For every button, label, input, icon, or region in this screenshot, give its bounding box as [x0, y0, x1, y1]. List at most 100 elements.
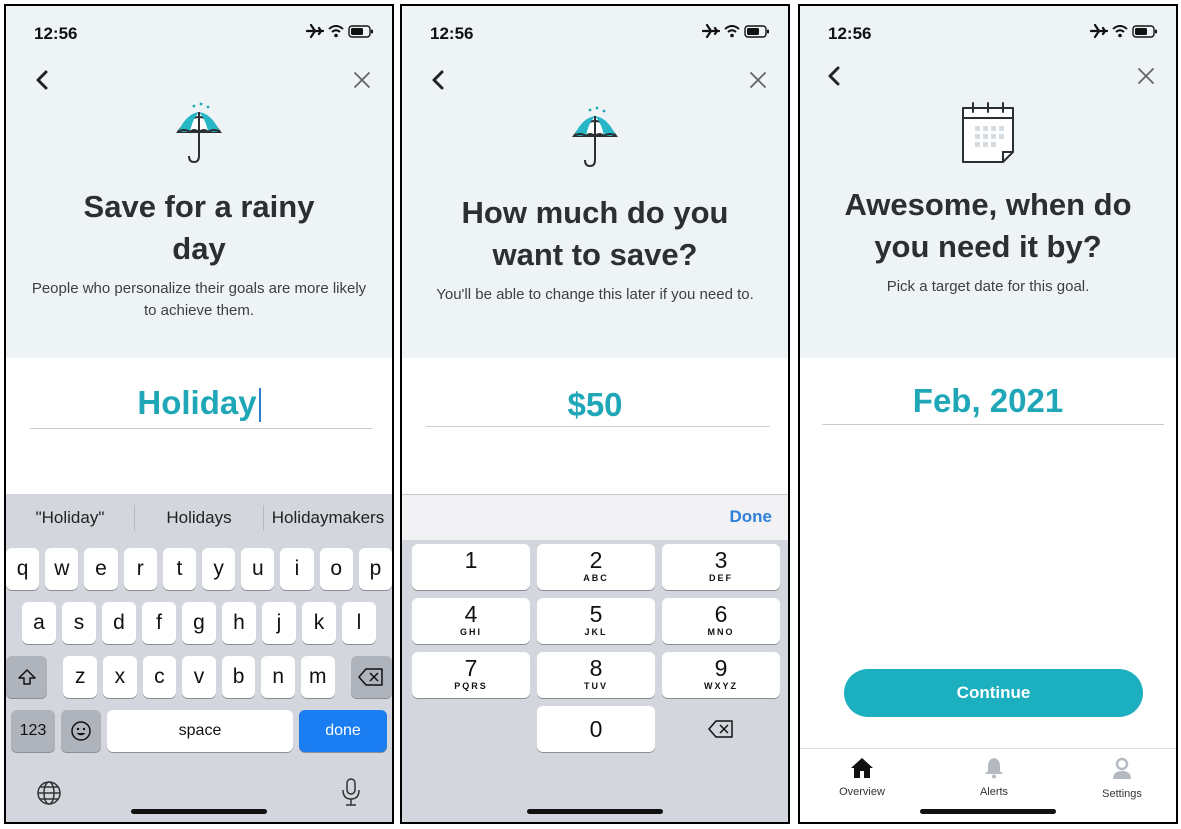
status-bar: 12:56: [800, 6, 1176, 56]
globe-icon[interactable]: [36, 780, 62, 806]
key-f[interactable]: f: [142, 602, 176, 644]
key-u[interactable]: u: [241, 548, 275, 590]
key-j[interactable]: j: [262, 602, 296, 644]
numpad-key-7[interactable]: 7 PQRS: [412, 652, 530, 698]
target-date-value: Feb, 2021: [912, 382, 1064, 419]
key-w[interactable]: w: [45, 548, 79, 590]
key-d[interactable]: d: [102, 602, 136, 644]
close-icon[interactable]: [746, 68, 770, 92]
key-row-4: 123 space done: [6, 710, 392, 752]
amount-value: $50: [567, 386, 623, 423]
tab-overview[interactable]: Overview: [822, 757, 902, 798]
key-r[interactable]: r: [123, 548, 157, 590]
wifi-icon: [328, 24, 344, 37]
bell-icon: [985, 758, 1003, 779]
goal-name-value: Holiday: [137, 384, 257, 421]
numpad-key-5[interactable]: 5 JKL: [537, 598, 655, 644]
numpad-key-1[interactable]: 1: [412, 544, 530, 590]
key-q[interactable]: q: [6, 548, 40, 590]
key-m[interactable]: m: [300, 656, 335, 698]
key-digit: 2: [589, 547, 603, 573]
key-t[interactable]: t: [162, 548, 196, 590]
key-g[interactable]: g: [182, 602, 216, 644]
numpad-key-9[interactable]: 9 WXYZ: [662, 652, 780, 698]
tab-label: Settings: [1102, 788, 1142, 800]
backspace-icon[interactable]: [708, 720, 734, 738]
status-time: 12:56: [34, 24, 78, 43]
input-underline: [426, 426, 770, 427]
backspace-key[interactable]: [350, 656, 392, 698]
numbers-key[interactable]: 123: [11, 710, 55, 752]
key-k[interactable]: k: [302, 602, 336, 644]
key-o[interactable]: o: [319, 548, 353, 590]
key-h[interactable]: h: [222, 602, 256, 644]
key-letters: PQRS: [454, 681, 488, 691]
key-b[interactable]: b: [221, 656, 256, 698]
numpad-key-2[interactable]: 2 ABC: [537, 544, 655, 590]
numpad-key-4[interactable]: 4 GHI: [412, 598, 530, 644]
shift-key[interactable]: [6, 656, 48, 698]
status-bar: 12:56: [402, 6, 788, 56]
key-digit: 1: [464, 547, 478, 573]
key-s[interactable]: s: [62, 602, 96, 644]
key-c[interactable]: c: [142, 656, 177, 698]
page-subtitle: People who personalize their goals are m…: [31, 280, 367, 319]
numpad-key-3[interactable]: 3 DEF: [662, 544, 780, 590]
key-v[interactable]: v: [182, 656, 216, 698]
suggestion-item[interactable]: Holidays: [135, 508, 263, 528]
close-icon[interactable]: [1134, 64, 1158, 88]
done-button[interactable]: Done: [730, 507, 773, 527]
key-l[interactable]: l: [342, 602, 376, 644]
screen-target-date: 12:56 Awesome, when do you need it by? P…: [798, 4, 1178, 824]
key-n[interactable]: n: [261, 656, 295, 698]
key-p[interactable]: p: [358, 548, 392, 590]
back-chevron-icon[interactable]: [820, 62, 848, 90]
airplane-icon: [702, 24, 720, 38]
target-date-picker[interactable]: Feb, 2021: [800, 382, 1176, 420]
emoji-key[interactable]: [61, 710, 101, 752]
goal-name-input[interactable]: Holiday: [6, 384, 392, 423]
done-key[interactable]: done: [299, 710, 387, 752]
suggestion-item[interactable]: Holidaymakers: [264, 508, 392, 528]
tab-settings[interactable]: Settings: [1082, 757, 1162, 800]
shift-icon: [17, 669, 36, 685]
keyboard: "Holiday" Holidays Holidaymakers q w e r…: [6, 494, 392, 822]
home-icon: [851, 758, 873, 778]
suggestion-item[interactable]: "Holiday": [6, 508, 134, 528]
back-chevron-icon[interactable]: [28, 66, 56, 94]
space-key[interactable]: space: [107, 710, 293, 752]
continue-button[interactable]: Continue: [844, 669, 1143, 717]
amount-input[interactable]: $50: [402, 386, 788, 424]
page-title: Save for a rainy day: [6, 186, 392, 270]
backspace-icon: [358, 668, 384, 686]
status-bar: 12:56: [6, 6, 392, 56]
numpad-key-8[interactable]: 8 TUV: [537, 652, 655, 698]
status-time: 12:56: [430, 24, 474, 43]
numpad-key-0[interactable]: 0: [537, 706, 655, 752]
tab-alerts[interactable]: Alerts: [954, 757, 1034, 798]
battery-icon: [744, 24, 769, 38]
battery-icon: [348, 24, 373, 38]
person-icon: [1113, 757, 1131, 779]
key-y[interactable]: y: [202, 548, 236, 590]
home-indicator: [920, 809, 1056, 814]
home-indicator: [131, 809, 267, 814]
numpad-key-6[interactable]: 6 MNO: [662, 598, 780, 644]
input-underline: [822, 424, 1164, 425]
key-letters: ABC: [583, 573, 609, 583]
back-chevron-icon[interactable]: [424, 66, 452, 94]
key-letters: GHI: [459, 627, 482, 637]
key-i[interactable]: i: [280, 548, 314, 590]
wifi-icon: [724, 24, 740, 37]
key-row-3: z x c v b n m: [6, 656, 392, 698]
close-icon[interactable]: [350, 68, 374, 92]
key-e[interactable]: e: [84, 548, 118, 590]
numeric-keypad: 1 2 ABC 3 DEF 4 GHI 5 JKL 6 MNO 7 PQRS 8 TUV 9W…: [402, 540, 788, 822]
key-a[interactable]: a: [22, 602, 56, 644]
microphone-icon[interactable]: [342, 778, 360, 806]
input-underline: [30, 428, 372, 429]
key-z[interactable]: z: [63, 656, 98, 698]
key-x[interactable]: x: [103, 656, 137, 698]
key-digit: 6: [714, 601, 728, 627]
page-subtitle: Pick a target date for this goal.: [886, 278, 1090, 295]
